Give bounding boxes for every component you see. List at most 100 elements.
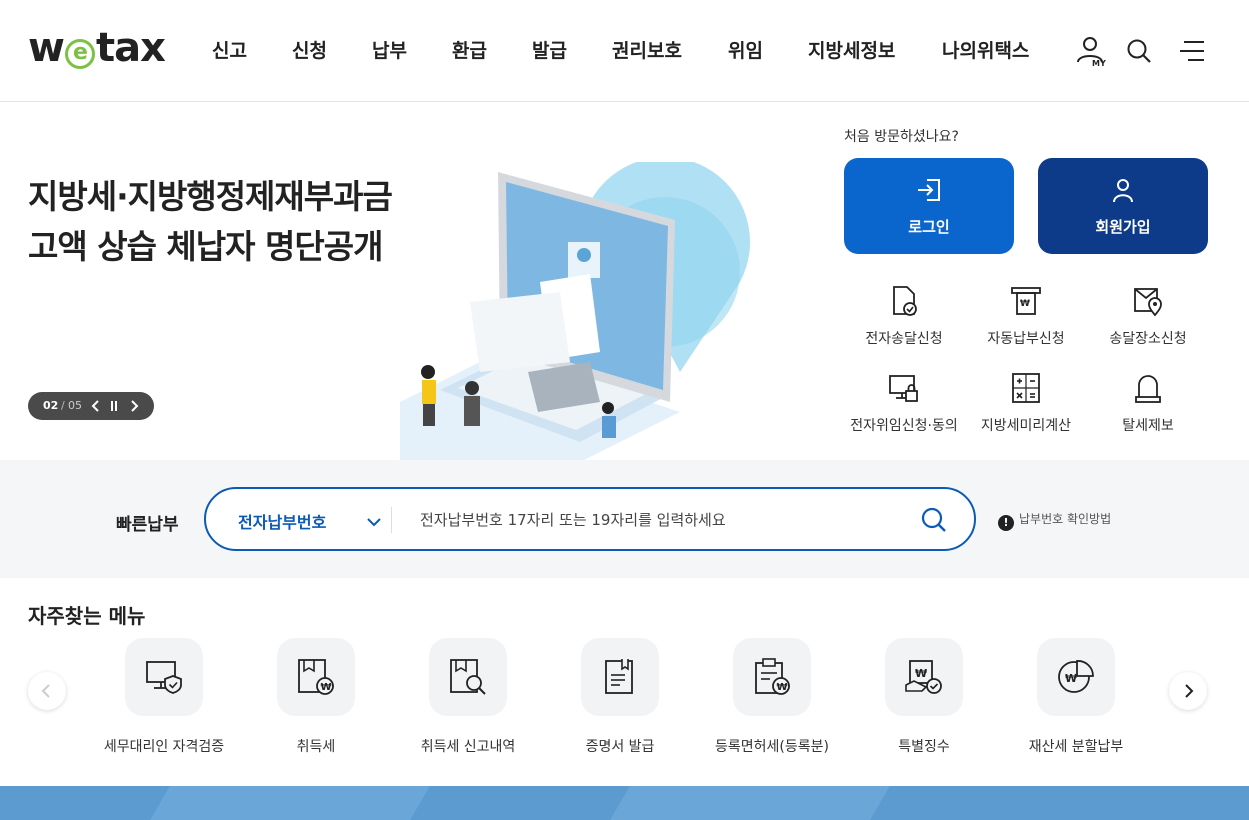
nav-item-delegation[interactable]: 위임	[728, 36, 763, 63]
frequent-item-icon-box: ₩	[277, 638, 355, 716]
pager-separator: /	[61, 399, 65, 412]
nav-item-rights[interactable]: 권리보호	[612, 36, 682, 63]
payment-number-input[interactable]	[420, 507, 900, 533]
nav-item-report[interactable]: 신고	[212, 36, 247, 63]
svg-text:₩: ₩	[915, 667, 927, 680]
chevron-right-icon	[131, 400, 139, 412]
hero-title-line2: 고액 상습 체납자 명단공개	[28, 227, 383, 266]
menu-button[interactable]	[1180, 40, 1206, 66]
svg-text:₩: ₩	[777, 682, 788, 693]
frequent-next-button[interactable]	[1169, 672, 1207, 710]
frequent-item-acquisition-tax-history[interactable]: 취득세 신고내역	[392, 638, 544, 756]
logo-text-w: w	[28, 25, 65, 71]
hero-banner: 지방세·지방행정제재부과금 고액 상습 체납자 명단공개 02 / 05 처음 …	[0, 102, 1249, 462]
nav-item-my-wetax[interactable]: 나의위택스	[942, 36, 1029, 63]
frequent-item-icon-box: ₩	[885, 638, 963, 716]
my-page-button[interactable]: MY	[1074, 34, 1108, 72]
frequent-item-icon-box	[125, 638, 203, 716]
search-button[interactable]	[1126, 38, 1152, 68]
user-add-icon	[1113, 179, 1133, 203]
monitor-lock-icon	[889, 375, 918, 402]
first-visit-text: 처음 방문하셨나요?	[844, 129, 959, 145]
quick-link-auto-payment[interactable]: ₩ 자동납부신청	[961, 284, 1091, 348]
quick-pay-title: 빠른납부	[116, 515, 179, 535]
frequent-item-icon-box	[581, 638, 659, 716]
login-button[interactable]: 로그인	[844, 158, 1014, 254]
quick-pay-search-button[interactable]	[920, 506, 948, 538]
siren-icon	[1135, 375, 1161, 403]
chevron-down-icon	[367, 518, 381, 527]
logo-text-tax: tax	[95, 25, 166, 71]
search-divider	[391, 507, 392, 533]
payment-type-select[interactable]: 전자납부번호	[238, 509, 326, 533]
nav-item-pay[interactable]: 납부	[372, 36, 407, 63]
quick-link-label: 전자위임신청·동의	[850, 418, 958, 434]
frequent-menu-title: 자주찾는 메뉴	[28, 604, 146, 628]
hero-illustration	[400, 162, 750, 462]
quick-link-e-delegation[interactable]: 전자위임신청·동의	[839, 371, 969, 435]
wetax-logo[interactable]: w e tax	[28, 25, 166, 71]
frequent-item-label: 등록면허세(등록분)	[715, 739, 829, 755]
document-check-icon	[893, 286, 917, 316]
svg-text:₩: ₩	[1065, 672, 1077, 685]
my-label: MY	[1092, 59, 1106, 68]
frequent-item-label: 재산세 분할납부	[1028, 739, 1124, 755]
frequent-item-certificate-issue[interactable]: 증명서 발급	[544, 638, 696, 756]
quick-link-label: 송달장소신청	[1109, 331, 1187, 347]
chevron-right-icon	[1185, 684, 1194, 698]
signup-button[interactable]: 회원가입	[1038, 158, 1208, 254]
user-icon: MY	[1077, 37, 1106, 68]
frequent-prev-button[interactable]	[28, 672, 66, 710]
quick-pay-search-box: 전자납부번호	[204, 487, 976, 551]
banner-stripe	[610, 786, 890, 820]
quick-link-label: 자동납부신청	[987, 331, 1065, 347]
quick-link-label: 전자송달신청	[865, 331, 943, 347]
frequent-item-acquisition-tax[interactable]: ₩ 취득세	[240, 638, 392, 756]
signup-label: 회원가입	[1095, 218, 1151, 236]
nav-item-tax-info[interactable]: 지방세정보	[808, 36, 895, 63]
quick-link-label: 지방세미리계산	[980, 418, 1072, 434]
quick-link-tax-calculator[interactable]: 지방세미리계산	[961, 371, 1091, 435]
pause-slide-button[interactable]	[108, 396, 120, 419]
pie-won-icon: ₩	[1058, 660, 1094, 693]
quick-link-e-delivery[interactable]: 전자송달신청	[839, 284, 969, 348]
frequent-item-property-tax-installment[interactable]: ₩ 재산세 분할납부	[1000, 638, 1152, 756]
certificate-icon	[605, 659, 633, 694]
clipboard-won-icon: ₩	[755, 658, 790, 695]
next-slide-button[interactable]	[128, 396, 140, 419]
frequent-item-label: 세무대리인 자격검증	[103, 739, 225, 755]
nav-item-issue[interactable]: 발급	[532, 36, 567, 63]
pager-current: 02	[43, 399, 59, 412]
document-won-icon: ₩	[298, 659, 334, 695]
monitor-shield-icon	[146, 661, 182, 694]
logo-text-e: e	[64, 39, 95, 69]
frequent-item-agent-verification[interactable]: 세무대리인 자격검증	[88, 638, 240, 756]
quick-link-label: 탈세제보	[1122, 418, 1174, 434]
frequent-item-special-collection[interactable]: ₩ 특별징수	[848, 638, 1000, 756]
nav-item-apply[interactable]: 신청	[292, 36, 327, 63]
site-header: w e tax 신고 신청 납부 환급 발급 권리보호 위임 지방세정보 나의위택스…	[0, 0, 1249, 102]
quick-link-tax-evasion-report[interactable]: 탈세제보	[1083, 371, 1213, 435]
pause-icon	[111, 401, 117, 411]
chevron-left-icon	[41, 684, 50, 698]
search-icon	[1127, 39, 1151, 63]
frequent-item-icon-box: ₩	[733, 638, 811, 716]
banner-stripe	[150, 786, 430, 820]
bottom-banner	[0, 786, 1249, 820]
payment-number-help-link[interactable]: ! 납부번호 확인방법	[998, 510, 1111, 531]
nav-item-refund[interactable]: 환급	[452, 36, 487, 63]
frequent-item-icon-box: ₩	[1037, 638, 1115, 716]
svg-text:₩: ₩	[321, 682, 332, 693]
frequent-item-registration-license-tax[interactable]: ₩ 등록면허세(등록분)	[696, 638, 848, 756]
frequent-item-label: 증명서 발급	[585, 739, 655, 755]
quick-link-delivery-address[interactable]: 송달장소신청	[1083, 284, 1213, 348]
prev-slide-button[interactable]	[90, 396, 102, 419]
chevron-left-icon	[91, 400, 99, 412]
frequent-item-label: 특별징수	[898, 739, 950, 755]
hero-title[interactable]: 지방세·지방행정제재부과금 고액 상습 체납자 명단공개	[28, 172, 393, 272]
frequent-item-label: 취득세	[296, 739, 336, 755]
frequent-item-icon-box	[429, 638, 507, 716]
hamburger-icon	[1180, 41, 1204, 61]
select-toggle[interactable]	[366, 513, 382, 532]
pager-total: 05	[68, 399, 82, 412]
